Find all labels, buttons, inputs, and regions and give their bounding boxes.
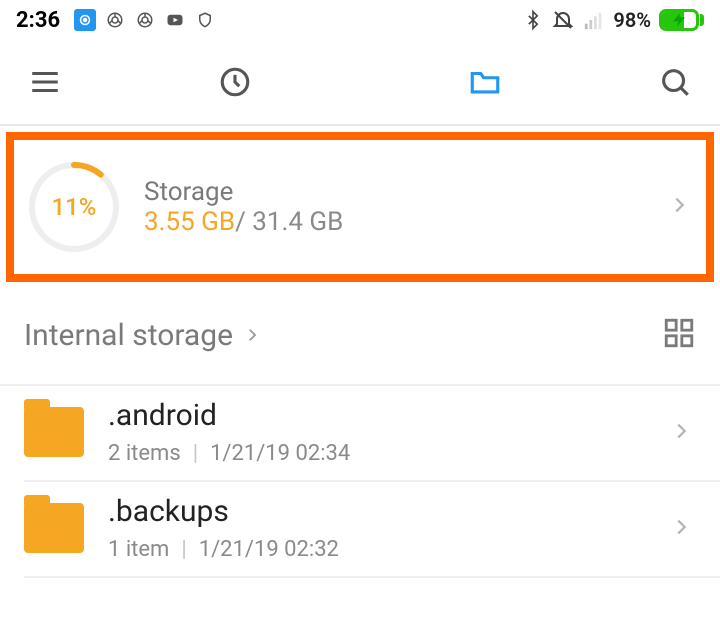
breadcrumb-label: Internal storage bbox=[24, 318, 233, 353]
chrome-icon-2 bbox=[134, 9, 156, 31]
menu-button[interactable] bbox=[0, 65, 110, 99]
status-bar: 2:36 98% bbox=[0, 0, 720, 40]
folder-icon bbox=[24, 407, 84, 457]
chevron-right-icon bbox=[670, 420, 692, 446]
storage-total: / 31.4 GB bbox=[235, 207, 343, 237]
storage-info: Storage 3.55 GB/ 31.4 GB bbox=[144, 177, 343, 237]
breadcrumb: Internal storage bbox=[0, 282, 720, 386]
file-list: .android 2 items | 1/21/19 02:34 .backup… bbox=[0, 386, 720, 578]
folder-icon bbox=[24, 503, 84, 553]
search-icon bbox=[658, 65, 692, 99]
shield-icon bbox=[194, 9, 216, 31]
statusbar-app-icon-1 bbox=[74, 9, 96, 31]
battery-percent: 98% bbox=[613, 8, 651, 32]
chevron-right-icon bbox=[243, 326, 261, 344]
file-name: .backups bbox=[108, 494, 339, 529]
meta-divider: | bbox=[181, 537, 186, 562]
bluetooth-icon bbox=[523, 9, 543, 31]
chevron-right-icon bbox=[670, 516, 692, 542]
search-button[interactable] bbox=[610, 65, 720, 99]
dnd-icon bbox=[551, 8, 575, 32]
files-tab[interactable] bbox=[360, 65, 610, 99]
top-nav bbox=[0, 40, 720, 126]
meta-divider: | bbox=[193, 441, 198, 466]
list-item[interactable]: .backups 1 item | 1/21/19 02:32 bbox=[0, 482, 720, 576]
breadcrumb-path[interactable]: Internal storage bbox=[24, 318, 261, 353]
storage-used: 3.55 GB bbox=[144, 207, 235, 237]
file-count: 2 items bbox=[108, 441, 181, 466]
signal-icon bbox=[583, 9, 605, 31]
hamburger-icon bbox=[28, 65, 62, 99]
storage-wheel: 11% bbox=[24, 157, 124, 257]
recent-tab[interactable] bbox=[110, 65, 360, 99]
battery-icon bbox=[659, 9, 704, 31]
clock-icon bbox=[218, 65, 252, 99]
storage-title: Storage bbox=[144, 177, 343, 207]
file-count: 1 item bbox=[108, 537, 169, 562]
file-date: 1/21/19 02:32 bbox=[199, 537, 339, 562]
view-grid-button[interactable] bbox=[662, 316, 696, 354]
storage-percent: 11% bbox=[24, 157, 124, 257]
list-item[interactable]: .android 2 items | 1/21/19 02:34 bbox=[0, 386, 720, 480]
grid-icon bbox=[662, 316, 696, 350]
chrome-icon bbox=[104, 9, 126, 31]
folder-icon bbox=[468, 65, 502, 99]
file-name: .android bbox=[108, 398, 350, 433]
storage-summary[interactable]: 11% Storage 3.55 GB/ 31.4 GB bbox=[6, 132, 714, 282]
file-date: 1/21/19 02:34 bbox=[210, 441, 350, 466]
chevron-right-icon bbox=[668, 194, 690, 220]
status-time: 2:36 bbox=[16, 8, 60, 33]
youtube-icon bbox=[164, 9, 186, 31]
